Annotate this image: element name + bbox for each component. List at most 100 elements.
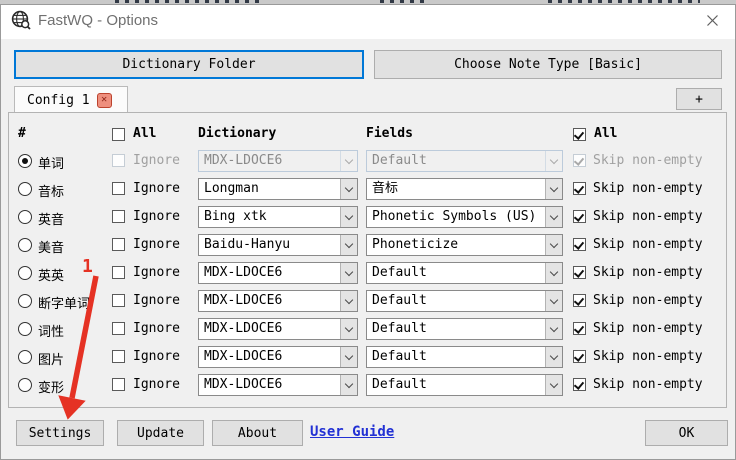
field-select[interactable]: Default xyxy=(366,262,563,284)
ignore-checkbox[interactable] xyxy=(112,378,125,391)
row-label: 单词 xyxy=(38,157,65,172)
ignore-checkbox[interactable] xyxy=(112,294,125,307)
ignore-label: Ignore xyxy=(133,265,180,280)
about-button[interactable]: About xyxy=(212,420,303,446)
update-button[interactable]: Update xyxy=(117,420,204,446)
row-label: 英英 xyxy=(38,269,65,284)
skip-non-empty-label: Skip non-empty xyxy=(593,321,703,336)
dictionary-select[interactable]: MDX-LDOCE6 xyxy=(198,318,358,340)
skip-non-empty-label: Skip non-empty xyxy=(593,265,703,280)
tab-label: Config 1 xyxy=(27,92,90,108)
skip-non-empty-checkbox[interactable] xyxy=(573,238,586,251)
field-select[interactable]: Default xyxy=(366,318,563,340)
dropdown-arrow-icon xyxy=(340,291,357,311)
row-radio[interactable] xyxy=(18,378,32,392)
row-label: 变形 xyxy=(38,381,65,396)
dictionary-select[interactable]: MDX-LDOCE6 xyxy=(198,290,358,312)
dropdown-arrow-icon xyxy=(340,207,357,227)
field-value: Default xyxy=(372,377,427,392)
all-skip-checkbox[interactable] xyxy=(573,128,586,141)
dropdown-arrow-icon xyxy=(545,319,562,339)
column-header-all-left: All xyxy=(133,126,157,141)
window-title: FastWQ - Options xyxy=(38,12,159,29)
field-value: Default xyxy=(372,153,427,168)
ignore-label: Ignore xyxy=(133,349,180,364)
row-radio[interactable] xyxy=(18,182,32,196)
ignore-checkbox[interactable] xyxy=(112,350,125,363)
field-value: Default xyxy=(372,321,427,336)
row-radio[interactable] xyxy=(18,350,32,364)
skip-non-empty-checkbox[interactable] xyxy=(573,210,586,223)
field-select[interactable]: Default xyxy=(366,346,563,368)
skip-non-empty-label: Skip non-empty xyxy=(593,153,703,168)
row-radio[interactable] xyxy=(18,154,32,168)
row-radio[interactable] xyxy=(18,294,32,308)
row-label: 音标 xyxy=(38,185,65,200)
artifact-marks xyxy=(115,0,265,3)
field-value: Phonetic Symbols (US) xyxy=(372,209,537,224)
skip-non-empty-label: Skip non-empty xyxy=(593,377,703,392)
dictionary-value: MDX-LDOCE6 xyxy=(204,293,283,308)
skip-non-empty-label: Skip non-empty xyxy=(593,181,703,196)
dictionary-select[interactable]: Bing xtk xyxy=(198,206,358,228)
field-select[interactable]: Default xyxy=(366,290,563,312)
user-guide-link[interactable]: User Guide xyxy=(310,424,394,440)
field-value: Default xyxy=(372,293,427,308)
dictionary-value: MDX-LDOCE6 xyxy=(204,321,283,336)
row-radio[interactable] xyxy=(18,238,32,252)
field-value: Default xyxy=(372,265,427,280)
skip-non-empty-checkbox[interactable] xyxy=(573,266,586,279)
skip-non-empty-label: Skip non-empty xyxy=(593,293,703,308)
column-header-number: # xyxy=(18,126,26,141)
dropdown-arrow-icon xyxy=(545,375,562,395)
ok-button[interactable]: OK xyxy=(645,420,728,446)
choose-note-type-button[interactable]: Choose Note Type [Basic] xyxy=(374,50,722,79)
tab-close-icon[interactable]: ✕ xyxy=(96,92,112,108)
skip-non-empty-label: Skip non-empty xyxy=(593,349,703,364)
column-header-dictionary: Dictionary xyxy=(198,126,277,141)
artifact-marks xyxy=(380,0,428,3)
skip-non-empty-label: Skip non-empty xyxy=(593,209,703,224)
field-select[interactable]: Phonetic Symbols (US) xyxy=(366,206,563,228)
row-radio[interactable] xyxy=(18,266,32,280)
ignore-checkbox[interactable] xyxy=(112,210,125,223)
ignore-checkbox[interactable] xyxy=(112,322,125,335)
skip-non-empty-checkbox[interactable] xyxy=(573,182,586,195)
field-select[interactable]: 音标 xyxy=(366,178,563,200)
skip-non-empty-checkbox[interactable] xyxy=(573,294,586,307)
close-button[interactable] xyxy=(698,8,726,32)
dictionary-value: Bing xtk xyxy=(204,209,267,224)
ignore-label: Ignore xyxy=(133,237,180,252)
field-select[interactable]: Phoneticize xyxy=(366,234,563,256)
dropdown-arrow-icon xyxy=(545,207,562,227)
dictionary-folder-button[interactable]: Dictionary Folder xyxy=(14,50,364,79)
dictionary-select[interactable]: MDX-LDOCE6 xyxy=(198,374,358,396)
add-config-button[interactable]: + xyxy=(676,88,722,110)
row-radio[interactable] xyxy=(18,210,32,224)
all-ignore-checkbox[interactable] xyxy=(112,128,125,141)
row-radio[interactable] xyxy=(18,322,32,336)
field-value: Default xyxy=(372,349,427,364)
skip-non-empty-checkbox[interactable] xyxy=(573,322,586,335)
artifact-marks xyxy=(548,0,700,3)
skip-non-empty-label: Skip non-empty xyxy=(593,237,703,252)
ignore-checkbox[interactable] xyxy=(112,182,125,195)
settings-button[interactable]: Settings xyxy=(16,420,104,446)
dropdown-arrow-icon xyxy=(340,319,357,339)
skip-non-empty-checkbox[interactable] xyxy=(573,350,586,363)
close-icon xyxy=(706,14,718,26)
dictionary-select[interactable]: MDX-LDOCE6 xyxy=(198,262,358,284)
dictionary-select[interactable]: Baidu-Hanyu xyxy=(198,234,358,256)
ignore-label: Ignore xyxy=(133,321,180,336)
ignore-checkbox[interactable] xyxy=(112,238,125,251)
dropdown-arrow-icon xyxy=(545,235,562,255)
field-select[interactable]: Default xyxy=(366,374,563,396)
ignore-checkbox[interactable] xyxy=(112,266,125,279)
annotation-step-number: 1 xyxy=(82,256,93,277)
dictionary-select[interactable]: MDX-LDOCE6 xyxy=(198,346,358,368)
tab-config-1[interactable]: Config 1 ✕ xyxy=(14,86,128,113)
dictionary-select[interactable]: Longman xyxy=(198,178,358,200)
skip-non-empty-checkbox[interactable] xyxy=(573,378,586,391)
dropdown-arrow-icon xyxy=(545,347,562,367)
field-select: Default xyxy=(366,150,563,172)
